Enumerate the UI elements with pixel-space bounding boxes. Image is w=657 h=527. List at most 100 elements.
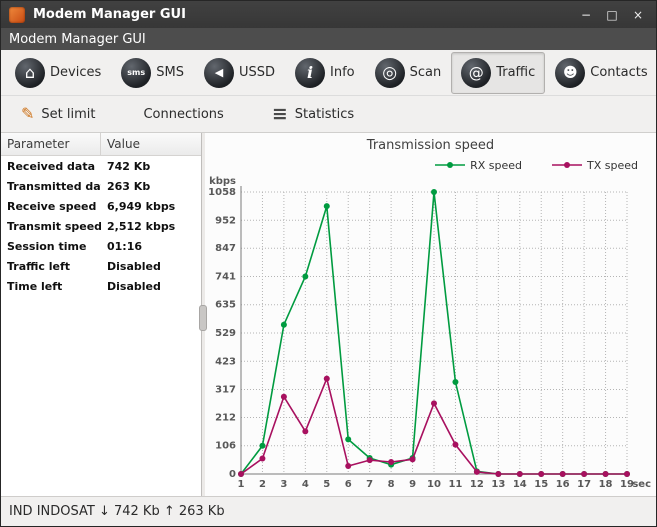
- svg-text:14: 14: [513, 479, 527, 490]
- close-button[interactable]: ×: [626, 4, 650, 25]
- contacts-icon: ☻: [555, 57, 586, 88]
- svg-text:423: 423: [215, 356, 236, 367]
- stat-value: Disabled: [107, 279, 161, 293]
- splitter-handle[interactable]: [199, 305, 207, 331]
- svg-text:635: 635: [215, 300, 236, 311]
- svg-text:16: 16: [556, 479, 570, 490]
- toolbar-button-traffic[interactable]: @ Traffic: [451, 51, 546, 94]
- svg-text:11: 11: [448, 479, 462, 490]
- svg-text:8: 8: [388, 479, 395, 490]
- stat-parameter: Traffic left: [7, 259, 71, 273]
- stat-value: 01:16: [107, 239, 143, 253]
- svg-text:4: 4: [302, 479, 309, 490]
- svg-text:18: 18: [599, 479, 613, 490]
- maximize-button[interactable]: □: [600, 4, 624, 25]
- sub-toolbar: ✎ Set limit Connections ≡ Statistics: [1, 96, 656, 133]
- subtoolbar-button-statistics[interactable]: ≡ Statistics: [266, 101, 360, 128]
- stat-parameter: Session time: [7, 239, 87, 253]
- subtoolbar-button-label: Statistics: [294, 106, 355, 122]
- svg-text:kbps: kbps: [209, 176, 236, 187]
- subtoolbar-button-set-limit[interactable]: ✎ Set limit: [15, 102, 101, 126]
- legend-item-tx: TX speed: [552, 159, 638, 172]
- toolbar-button-label: Info: [330, 65, 355, 80]
- table-row[interactable]: Receive speed 6,949 kbps: [1, 196, 201, 216]
- statusbar: IND INDOSAT ↓ 742 Kb ↑ 263 Kb: [1, 496, 656, 526]
- main-toolbar: ⌂ Devices sms SMS ◀ USSD i Info ◎ Scan @ Traffic ☻ Co…: [1, 50, 656, 96]
- toolbar-button-label: Scan: [409, 65, 442, 80]
- toolbar-button-label: USSD: [238, 65, 275, 80]
- legend-marker: [552, 162, 583, 168]
- subtoolbar-button-label: Set limit: [41, 106, 96, 122]
- info-icon: i: [295, 57, 325, 88]
- svg-text:0: 0: [229, 469, 236, 480]
- table-row[interactable]: Transmit speed 2,512 kbps: [1, 216, 201, 236]
- window-title: Modem Manager GUI: [33, 7, 186, 22]
- app-window: Modem Manager GUI − □ × Modem Manager GU…: [0, 0, 657, 527]
- sms-icon: sms: [121, 57, 152, 88]
- titlebar[interactable]: Modem Manager GUI − □ ×: [1, 1, 656, 28]
- svg-text:317: 317: [215, 385, 236, 396]
- table-row[interactable]: Traffic left Disabled: [1, 256, 201, 276]
- headerbar-title: Modem Manager GUI: [9, 31, 146, 47]
- svg-text:17: 17: [577, 479, 591, 490]
- stat-value: 2,512 kbps: [107, 219, 176, 233]
- legend-label: RX speed: [470, 158, 523, 172]
- svg-text:6: 6: [345, 479, 352, 490]
- stats-panel: Parameter Value Received data 742 Kb Trans…: [1, 133, 202, 496]
- toolbar-button-label: Contacts: [590, 65, 648, 80]
- toolbar-button-label: Devices: [50, 65, 102, 80]
- legend-item-rx: RX speed: [435, 159, 522, 172]
- table-row[interactable]: Transmitted data 263 Kb: [1, 176, 201, 196]
- menu-icon: ≡: [271, 102, 288, 125]
- window-controls: − □ ×: [574, 4, 650, 25]
- svg-text:sec: sec: [632, 479, 651, 490]
- column-header-value: Value: [107, 137, 140, 151]
- toolbar-button-sms[interactable]: sms SMS: [111, 52, 194, 94]
- chart-title: Transmission speed: [366, 138, 495, 153]
- stat-parameter: Receive speed: [7, 199, 97, 213]
- toolbar-button-contacts[interactable]: ☻ Contacts: [545, 52, 657, 94]
- svg-text:3: 3: [280, 479, 287, 490]
- traffic-icon: @: [461, 57, 492, 88]
- svg-text:10: 10: [427, 479, 441, 490]
- toolbar-button-info[interactable]: i Info: [285, 52, 365, 94]
- legend-marker: [435, 162, 466, 168]
- main-area: Parameter Value Received data 742 Kb Trans…: [1, 133, 656, 496]
- subtoolbar-button-connections[interactable]: Connections: [137, 103, 229, 126]
- svg-text:13: 13: [491, 479, 505, 490]
- traffic-chart: 010621231742352963574184795210581 2 3 4 5 6 7 8…: [208, 176, 651, 490]
- minimize-button[interactable]: −: [574, 4, 598, 25]
- stat-parameter: Transmit speed: [7, 219, 101, 233]
- svg-text:212: 212: [215, 412, 236, 423]
- table-row[interactable]: Received data 742 Kb: [1, 156, 201, 176]
- headerbar: Modem Manager GUI: [1, 28, 656, 50]
- scan-icon: ◎: [374, 57, 405, 88]
- stat-parameter: Transmitted data: [7, 179, 101, 193]
- svg-text:106: 106: [215, 441, 236, 452]
- ussd-icon: ◀: [203, 57, 234, 88]
- table-row[interactable]: Time left Disabled: [1, 276, 201, 296]
- stat-value: 263 Kb: [107, 179, 151, 193]
- devices-icon: ⌂: [15, 57, 45, 88]
- svg-text:847: 847: [215, 243, 236, 254]
- toolbar-button-ussd[interactable]: ◀ USSD: [194, 52, 285, 94]
- column-header-parameter: Parameter: [1, 133, 101, 155]
- toolbar-button-label: Traffic: [496, 65, 536, 80]
- svg-text:529: 529: [215, 328, 236, 339]
- svg-text:9: 9: [409, 479, 416, 490]
- toolbar-button-devices[interactable]: ⌂ Devices: [5, 52, 111, 94]
- svg-text:1058: 1058: [208, 187, 236, 198]
- table-row[interactable]: Session time 01:16: [1, 236, 201, 256]
- stat-value: Disabled: [107, 259, 161, 273]
- svg-text:7: 7: [366, 479, 373, 490]
- toolbar-button-scan[interactable]: ◎ Scan: [365, 52, 452, 94]
- app-icon: [9, 6, 25, 23]
- svg-text:2: 2: [259, 479, 266, 490]
- toolbar-button-label: SMS: [156, 65, 184, 80]
- pane-splitter[interactable]: [199, 133, 207, 496]
- svg-text:15: 15: [534, 479, 548, 490]
- svg-text:1: 1: [238, 479, 245, 490]
- stats-header: Parameter Value: [1, 133, 201, 156]
- subtoolbar-button-label: Connections: [143, 106, 224, 122]
- stat-value: 6,949 kbps: [107, 199, 176, 213]
